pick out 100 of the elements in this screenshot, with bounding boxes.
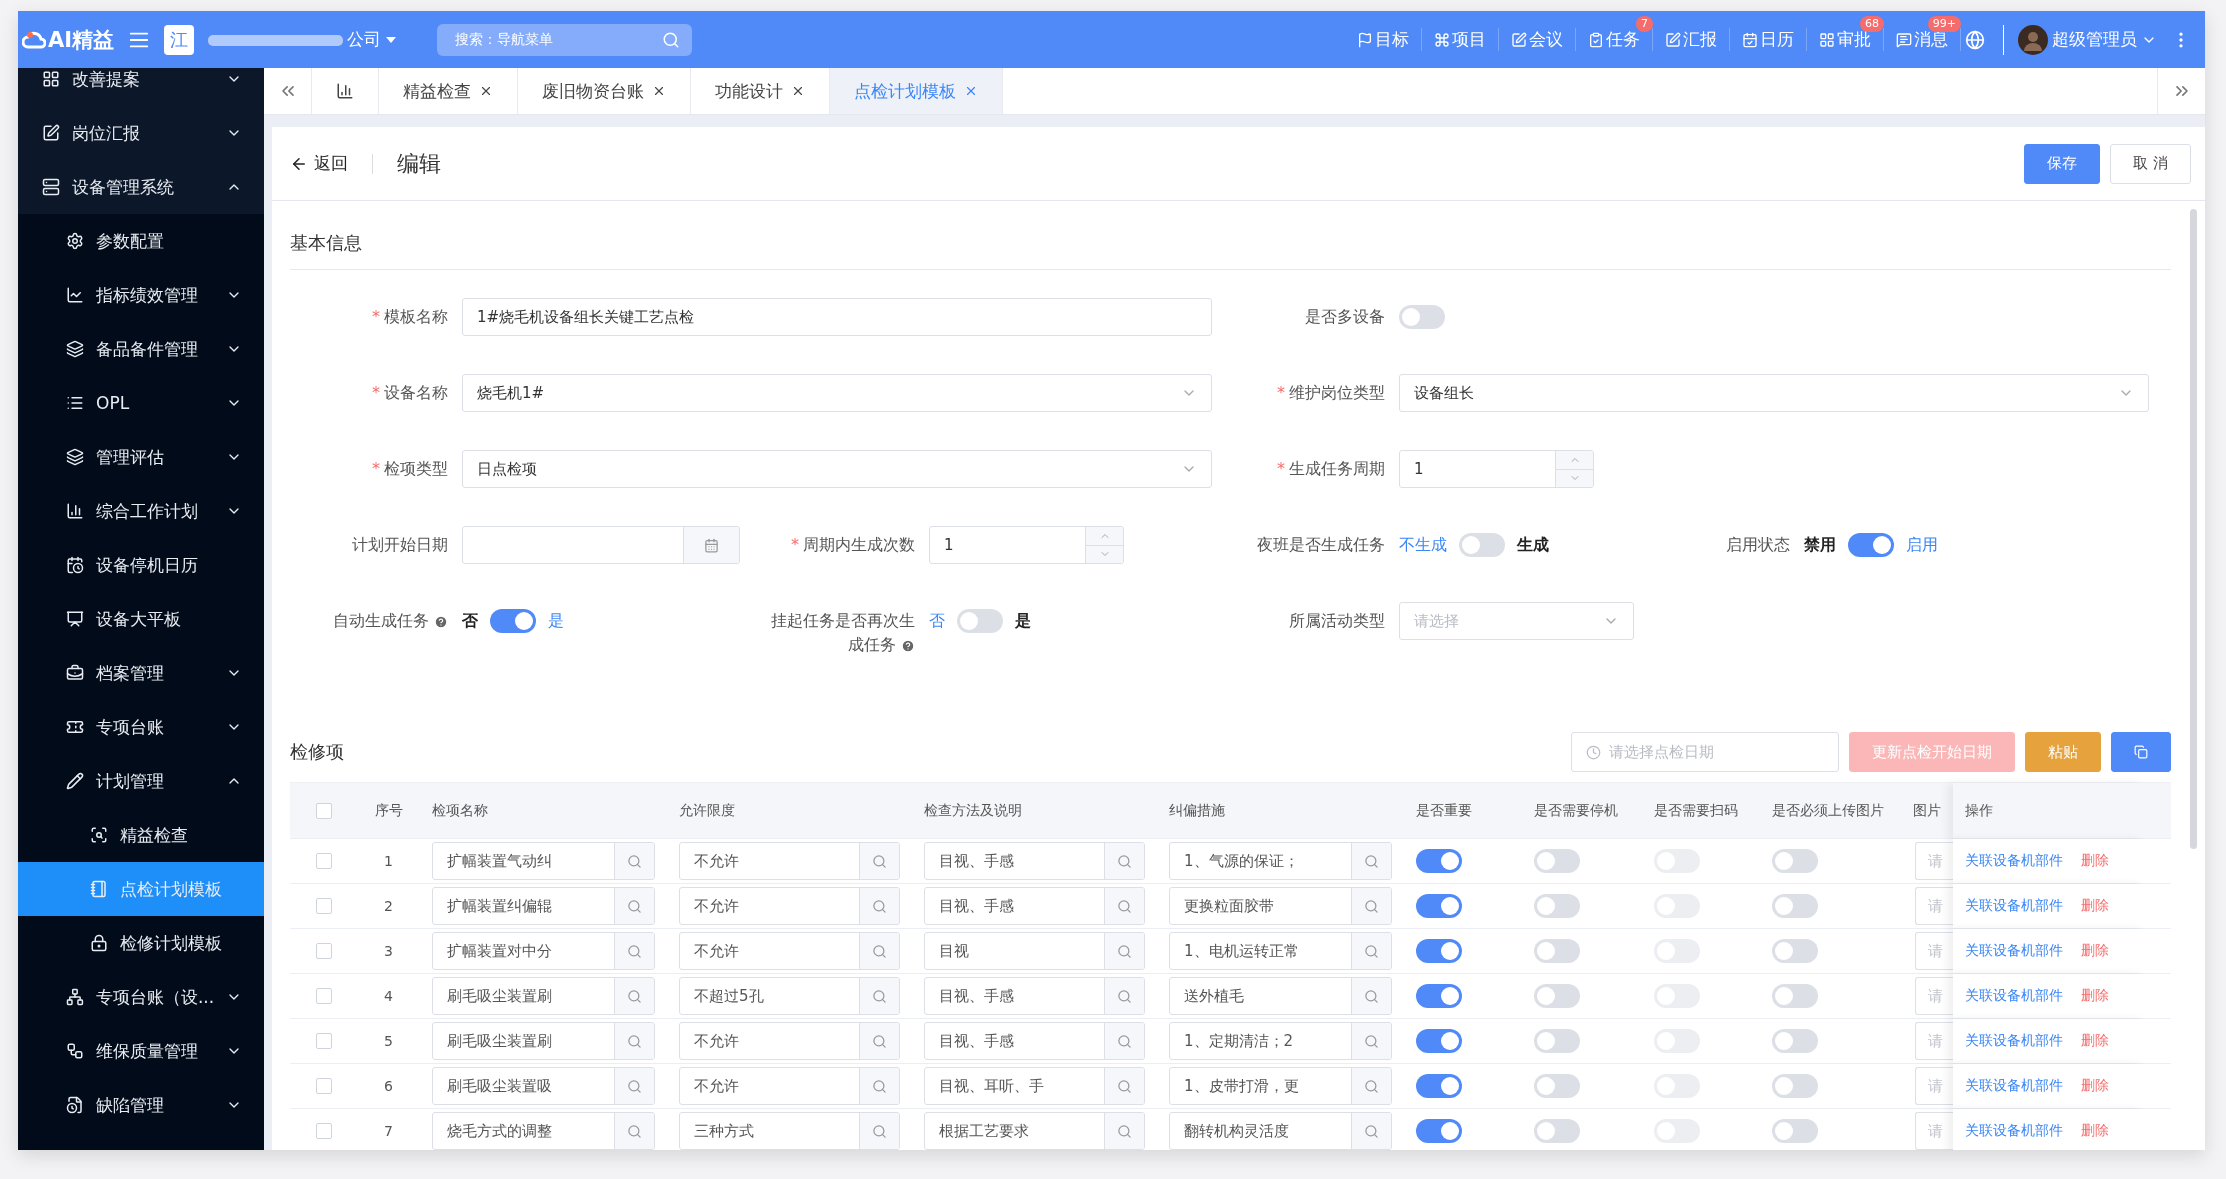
lookup-field[interactable]: 扩幅装置气动纠 (432, 842, 655, 880)
checkbox[interactable] (315, 802, 332, 819)
checkbox[interactable] (315, 943, 332, 959)
sidebar-item[interactable]: OPL (18, 376, 264, 430)
lookup-field[interactable]: 更换粒面胶带 (1169, 887, 1392, 925)
sidebar-item[interactable]: 专项台账（设... (18, 970, 264, 1024)
toggle-switch[interactable] (1416, 1074, 1462, 1098)
lookup-field[interactable]: 翻转机构灵活度 (1169, 1112, 1392, 1150)
toggle-switch[interactable] (1416, 984, 1462, 1008)
toggle-switch[interactable] (1399, 305, 1445, 329)
sidebar-item[interactable]: 专项台账 (18, 700, 264, 754)
sidebar-item[interactable]: 检修计划模板 (18, 916, 264, 970)
link-parts-link[interactable]: 关联设备机部件 (1965, 1032, 2063, 1050)
sidebar-item[interactable]: 维保质量管理 (18, 1024, 264, 1078)
lookup-field[interactable]: 刷毛吸尘装置吸 (432, 1067, 655, 1105)
checkbox[interactable] (315, 1078, 332, 1094)
sidebar-item[interactable]: 指标绩效管理 (18, 268, 264, 322)
lookup-field[interactable]: 1、电机运转正常 (1169, 932, 1392, 970)
toggle-switch[interactable] (1772, 849, 1818, 873)
checkbox[interactable] (315, 988, 332, 1004)
toggle-switch[interactable] (1772, 1029, 1818, 1053)
sidebar-item[interactable]: 档案管理 (18, 646, 264, 700)
lookup-field[interactable]: 送外植毛 (1169, 977, 1392, 1015)
toggle-switch[interactable] (1772, 1119, 1818, 1143)
lookup-field[interactable]: 目视、手感 (924, 977, 1145, 1015)
link-parts-link[interactable]: 关联设备机部件 (1965, 987, 2063, 1005)
toggle-switch[interactable] (1534, 849, 1580, 873)
toggle-switch[interactable] (1534, 984, 1580, 1008)
sidebar-item[interactable]: 岗位汇报 (18, 106, 264, 160)
toggle-switch[interactable] (1772, 939, 1818, 963)
toggle-switch[interactable] (1416, 1029, 1462, 1053)
select-field[interactable]: 设备组长 (1399, 374, 2149, 412)
lookup-field[interactable]: 1、定期清洁；2 (1169, 1022, 1392, 1060)
sidebar-item[interactable]: 缺陷管理 (18, 1078, 264, 1132)
lookup-field[interactable]: 目视、手感 (924, 842, 1145, 880)
lookup-field[interactable]: 刷毛吸尘装置刷 (432, 1022, 655, 1060)
lookup-field[interactable]: 目视 (924, 932, 1145, 970)
link-parts-link[interactable]: 关联设备机部件 (1965, 942, 2063, 960)
lookup-field[interactable]: 刷毛吸尘装置刷 (432, 977, 655, 1015)
sidebar-item[interactable]: 设备大平板 (18, 592, 264, 646)
number-field[interactable]: 1 (929, 526, 1124, 564)
toggle-switch[interactable] (1772, 984, 1818, 1008)
scrollbar-thumb[interactable] (2190, 209, 2197, 849)
select-field[interactable]: 烧毛机1# (462, 374, 1212, 412)
lookup-field[interactable]: 不允许 (679, 1067, 900, 1105)
sidebar-item[interactable]: 参数配置 (18, 214, 264, 268)
link-parts-link[interactable]: 关联设备机部件 (1965, 897, 2063, 915)
toggle-switch[interactable] (1772, 894, 1818, 918)
sidebar-item[interactable]: 管理评估 (18, 430, 264, 484)
lookup-field[interactable]: 扩幅装置纠偏辊 (432, 887, 655, 925)
lookup-field[interactable]: 1、气源的保证； (1169, 842, 1392, 880)
lookup-field[interactable]: 三种方式 (679, 1112, 900, 1150)
lookup-field[interactable]: 目视、手感 (924, 887, 1145, 925)
text-field[interactable]: 1#烧毛机设备组长关键工艺点检 (462, 298, 1212, 336)
toggle-switch[interactable] (1416, 939, 1462, 963)
toggle-switch[interactable] (957, 609, 1003, 633)
select-field[interactable]: 日点检项 (462, 450, 1212, 488)
lookup-field[interactable]: 不允许 (679, 1022, 900, 1060)
lookup-field[interactable]: 目视、手感 (924, 1022, 1145, 1060)
back-link[interactable]: 返回 (290, 153, 373, 174)
sidebar-item[interactable]: 改善提案 (18, 68, 264, 106)
toggle-switch[interactable] (1534, 894, 1580, 918)
sidebar-item[interactable]: 综合工作计划 (18, 484, 264, 538)
date-field[interactable] (462, 526, 740, 564)
toggle-switch[interactable] (1534, 939, 1580, 963)
lookup-field[interactable]: 不允许 (679, 842, 900, 880)
toggle-switch[interactable] (1459, 533, 1505, 557)
checkbox[interactable] (315, 1033, 332, 1049)
sidebar-item[interactable]: 精益检查 (18, 808, 264, 862)
lookup-field[interactable]: 烧毛方式的调整 (432, 1112, 655, 1150)
globe-icon[interactable] (1965, 29, 1985, 50)
lookup-field[interactable]: 目视、耳听、手 (924, 1067, 1145, 1105)
sidebar-item[interactable]: 备品备件管理 (18, 322, 264, 376)
link-parts-link[interactable]: 关联设备机部件 (1965, 1122, 2063, 1140)
toggle-switch[interactable] (1534, 1074, 1580, 1098)
sidebar-item[interactable]: 设备停机日历 (18, 538, 264, 592)
toggle-switch[interactable] (1416, 849, 1462, 873)
sidebar-item[interactable]: 计划管理 (18, 754, 264, 808)
checkbox[interactable] (315, 898, 332, 914)
link-parts-link[interactable]: 关联设备机部件 (1965, 852, 2063, 870)
lookup-field[interactable]: 不允许 (679, 887, 900, 925)
checkbox[interactable] (315, 1123, 332, 1139)
toggle-switch[interactable] (1416, 894, 1462, 918)
link-parts-link[interactable]: 关联设备机部件 (1965, 1077, 2063, 1095)
lookup-field[interactable]: 1、皮带打滑，更 (1169, 1067, 1392, 1105)
lookup-field[interactable]: 不允许 (679, 932, 900, 970)
lookup-field[interactable]: 根据工艺要求 (924, 1112, 1145, 1150)
toggle-switch[interactable] (490, 609, 536, 633)
toggle-switch[interactable] (1534, 1029, 1580, 1053)
toggle-switch[interactable] (1534, 1119, 1580, 1143)
toggle-switch[interactable] (1772, 1074, 1818, 1098)
checkbox[interactable] (315, 853, 332, 869)
cancel-button[interactable]: 取 消 (2110, 143, 2191, 184)
copy-button[interactable] (2111, 732, 2171, 772)
toggle-switch[interactable] (1416, 1119, 1462, 1143)
toggle-switch[interactable] (1848, 533, 1894, 557)
number-field[interactable]: 1 (1399, 450, 1594, 488)
sidebar-item[interactable]: 设备管理系统 (18, 160, 264, 214)
lookup-field[interactable]: 扩幅装置对中分 (432, 932, 655, 970)
lookup-field[interactable]: 不超过5孔 (679, 977, 900, 1015)
